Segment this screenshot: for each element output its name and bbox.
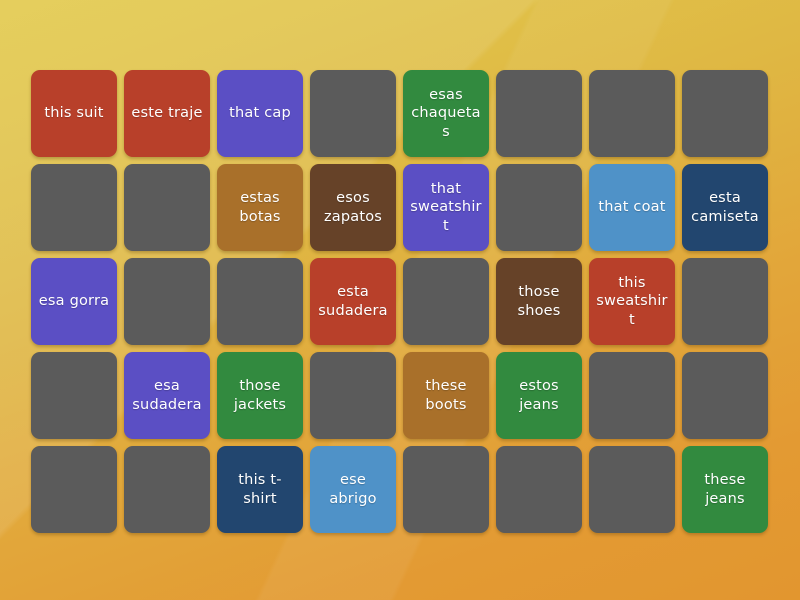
tile-label: these jeans — [704, 471, 746, 507]
tile-hidden[interactable] — [682, 70, 768, 157]
tile-label: esta sudadera — [318, 283, 388, 319]
tile-revealed[interactable]: this sweatshirt — [589, 258, 675, 345]
tile-label: esos zapatos — [323, 189, 383, 225]
tile-label: that sweatshirt — [410, 180, 482, 234]
tile-hidden[interactable] — [124, 258, 210, 345]
game-board: this suit este traje that cap esas chaqueta… — [0, 0, 800, 600]
tile-label: estos jeans — [519, 377, 559, 413]
tile-revealed[interactable]: esta camiseta — [682, 164, 768, 251]
tile-revealed[interactable]: that sweatshirt — [403, 164, 489, 251]
tile-hidden[interactable] — [31, 446, 117, 533]
tile-revealed[interactable]: these jeans — [682, 446, 768, 533]
tile-revealed[interactable]: esta sudadera — [310, 258, 396, 345]
tile-revealed[interactable]: ese abrigo — [310, 446, 396, 533]
tile-hidden[interactable] — [496, 446, 582, 533]
tile-label: this sweatshirt — [596, 274, 668, 328]
tile-label: this suit — [44, 105, 104, 122]
tile-hidden[interactable] — [217, 258, 303, 345]
tile-label: those shoes — [517, 283, 561, 319]
tile-label: esa sudadera — [132, 377, 202, 413]
tile-label: ese abrigo — [329, 471, 377, 507]
tile-label: estas botas — [239, 189, 281, 225]
tile-revealed[interactable]: estas botas — [217, 164, 303, 251]
tile-revealed[interactable]: este traje — [124, 70, 210, 157]
tile-hidden[interactable] — [124, 446, 210, 533]
tile-hidden[interactable] — [403, 258, 489, 345]
tile-label: esa gorra — [38, 293, 110, 310]
tile-revealed[interactable]: estos jeans — [496, 352, 582, 439]
tile-hidden[interactable] — [496, 70, 582, 157]
tile-label: esta camiseta — [691, 189, 759, 225]
tile-revealed[interactable]: esas chaquetas — [403, 70, 489, 157]
tile-hidden[interactable] — [31, 164, 117, 251]
tile-revealed[interactable]: this t-shirt — [217, 446, 303, 533]
tile-revealed[interactable]: esos zapatos — [310, 164, 396, 251]
tile-revealed[interactable]: that cap — [217, 70, 303, 157]
tile-revealed[interactable]: esa gorra — [31, 258, 117, 345]
tile-hidden[interactable] — [682, 258, 768, 345]
tile-grid: this suit este traje that cap esas chaqueta… — [31, 70, 770, 535]
tile-revealed[interactable]: these boots — [403, 352, 489, 439]
tile-hidden[interactable] — [589, 352, 675, 439]
tile-revealed[interactable]: that coat — [589, 164, 675, 251]
tile-hidden[interactable] — [403, 446, 489, 533]
tile-revealed[interactable]: those shoes — [496, 258, 582, 345]
tile-label: esas chaquetas — [411, 86, 481, 140]
tile-hidden[interactable] — [589, 70, 675, 157]
tile-hidden[interactable] — [124, 164, 210, 251]
tile-hidden[interactable] — [310, 352, 396, 439]
tile-hidden[interactable] — [589, 446, 675, 533]
tile-hidden[interactable] — [310, 70, 396, 157]
tile-label: este traje — [131, 105, 203, 122]
tile-revealed[interactable]: esa sudadera — [124, 352, 210, 439]
tile-label: these boots — [425, 377, 467, 413]
tile-label: that coat — [598, 199, 666, 216]
tile-label: those jackets — [233, 377, 287, 413]
tile-revealed[interactable]: this suit — [31, 70, 117, 157]
tile-hidden[interactable] — [496, 164, 582, 251]
tile-label: this t-shirt — [238, 471, 282, 507]
tile-hidden[interactable] — [31, 352, 117, 439]
tile-revealed[interactable]: those jackets — [217, 352, 303, 439]
tile-hidden[interactable] — [682, 352, 768, 439]
tile-label: that cap — [229, 105, 291, 122]
